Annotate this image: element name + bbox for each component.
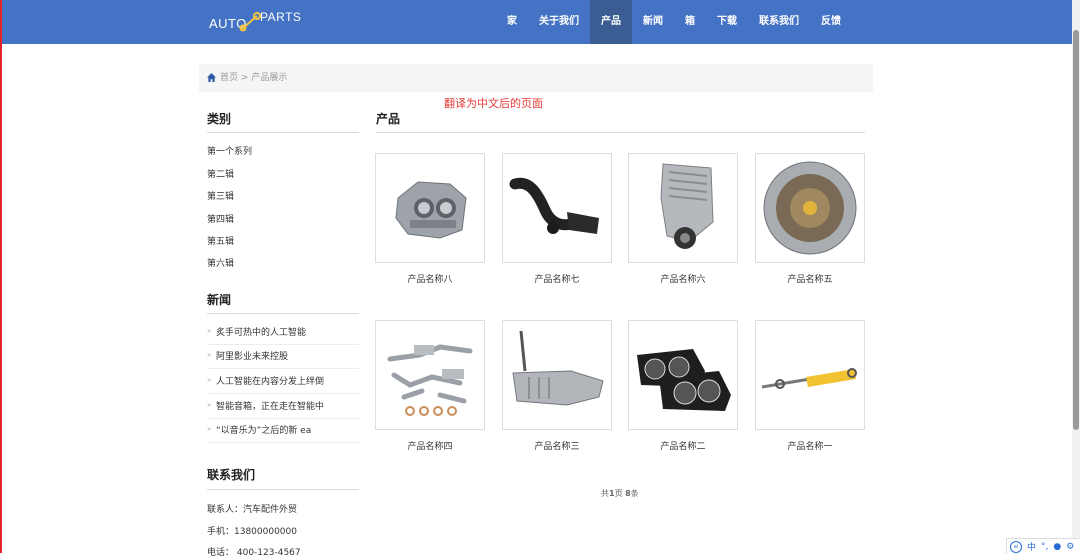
product-image[interactable] <box>755 320 865 430</box>
nav-item-feedback[interactable]: 反馈 <box>810 0 852 44</box>
translation-note: 翻译为中文后的页面 <box>444 97 543 110</box>
bullet-icon: » <box>207 327 212 335</box>
nav-item-home[interactable]: 家 <box>496 0 528 44</box>
news-list-item[interactable]: » 阿里影业未来控股 <box>207 344 359 369</box>
category-item-2[interactable]: 第二辑 <box>207 167 234 180</box>
product-name[interactable]: 产品名称一 <box>755 439 865 452</box>
divider <box>376 132 865 133</box>
wrench-logo-icon <box>239 12 261 32</box>
headlight-icon <box>637 349 731 411</box>
ime-punctuation-icon[interactable]: °, <box>1041 542 1048 552</box>
bullet-icon: » <box>207 376 212 384</box>
transmission-housing-icon <box>763 161 857 255</box>
gearbox-icon <box>512 330 604 406</box>
product-image[interactable] <box>502 320 612 430</box>
news-list-item[interactable]: » 智能音箱，正在走在智能中 <box>207 394 359 419</box>
news-title[interactable]: 炙手可热中的人工智能 <box>216 325 306 338</box>
pagination-prefix: 共 <box>601 489 609 498</box>
logo-text-parts: PARTS <box>260 10 302 24</box>
breadcrumb-current: 产品展示 <box>251 73 288 83</box>
pagination-suffix: 条 <box>630 489 639 498</box>
ime-language-toggle[interactable]: 中 <box>1027 540 1036 553</box>
products-heading: 产品 <box>376 112 401 126</box>
news-title[interactable]: 阿里影业未来控股 <box>216 349 288 362</box>
product-image[interactable] <box>375 153 485 263</box>
contact-mobile: 手机：13800000000 <box>207 527 297 537</box>
divider <box>207 313 359 314</box>
nav-item-news[interactable]: 新闻 <box>632 0 674 44</box>
home-icon <box>207 73 216 82</box>
supercharger-icon <box>660 163 714 249</box>
product-image[interactable] <box>628 153 738 263</box>
bullet-icon: » <box>207 401 212 409</box>
product-card[interactable]: 产品名称五 <box>755 153 865 285</box>
shock-absorber-icon <box>761 368 857 389</box>
scrollbar-thumb[interactable] <box>1073 30 1079 430</box>
product-name[interactable]: 产品名称三 <box>502 439 612 452</box>
category-item-5[interactable]: 第五辑 <box>207 234 234 247</box>
product-card[interactable]: 产品名称八 <box>375 153 485 285</box>
product-card[interactable]: 产品名称四 <box>375 320 485 452</box>
product-card[interactable]: 产品名称二 <box>628 320 738 452</box>
nav-item-cases[interactable]: 箱 <box>674 0 706 44</box>
nav-item-download[interactable]: 下载 <box>706 0 748 44</box>
divider <box>207 132 359 133</box>
news-title[interactable]: 智能音箱，正在走在智能中 <box>216 399 324 412</box>
contact-phone: 电话： 400-123-4567 <box>207 548 301 558</box>
news-list-item[interactable]: » “以音乐为”之后的新 ea <box>207 418 359 443</box>
nav-item-about[interactable]: 关于我们 <box>528 0 590 44</box>
ime-settings-icon[interactable]: ⚙ <box>1066 542 1074 552</box>
main-nav: 家 关于我们 产品 新闻 箱 下载 联系我们 反馈 <box>496 0 852 44</box>
news-heading: 新闻 <box>207 293 232 307</box>
top-navbar: AUTO PARTS 家 关于我们 产品 新闻 箱 下载 联系我们 反馈 <box>2 0 1072 44</box>
ime-toolbar: ai 中 °, ● ⚙ <box>1006 538 1080 554</box>
intake-hose-icon <box>509 177 599 234</box>
product-name[interactable]: 产品名称八 <box>375 272 485 285</box>
breadcrumb: 首页 > 产品展示 <box>199 64 873 92</box>
product-image[interactable] <box>628 320 738 430</box>
product-name[interactable]: 产品名称五 <box>755 272 865 285</box>
breadcrumb-trail: 首页 > 产品展示 <box>220 64 287 92</box>
product-card[interactable]: 产品名称六 <box>628 153 738 285</box>
product-image[interactable] <box>502 153 612 263</box>
bullet-icon: » <box>207 351 212 359</box>
engine-block-icon <box>395 181 467 239</box>
ime-logo-icon[interactable]: ai <box>1010 540 1022 553</box>
exhaust-kit-icon <box>387 344 473 416</box>
product-card[interactable]: 产品名称一 <box>755 320 865 452</box>
categories-heading: 类别 <box>207 112 232 126</box>
window-edge <box>0 0 2 553</box>
divider <box>207 489 359 490</box>
contact-heading: 联系我们 <box>207 468 256 482</box>
product-card[interactable]: 产品名称三 <box>502 320 612 452</box>
microphone-icon[interactable]: ● <box>1053 542 1061 552</box>
contact-person: 联系人：汽车配件外贸 <box>207 505 298 515</box>
category-item-6[interactable]: 第六辑 <box>207 256 234 269</box>
bullet-icon: » <box>207 425 212 433</box>
news-title[interactable]: “以音乐为”之后的新 ea <box>216 423 311 436</box>
product-name[interactable]: 产品名称四 <box>375 439 485 452</box>
pagination-info: 共1页 8条 <box>601 488 639 499</box>
news-title[interactable]: 人工智能在内容分发上绊倒 <box>216 374 324 387</box>
product-card[interactable]: 产品名称七 <box>502 153 612 285</box>
product-image[interactable] <box>375 320 485 430</box>
product-image[interactable] <box>755 153 865 263</box>
product-name[interactable]: 产品名称二 <box>628 439 738 452</box>
news-list-item[interactable]: » 炙手可热中的人工智能 <box>207 320 359 345</box>
category-item-1[interactable]: 第一个系列 <box>207 144 252 157</box>
breadcrumb-home-link[interactable]: 首页 <box>220 73 238 83</box>
category-item-4[interactable]: 第四辑 <box>207 212 234 225</box>
breadcrumb-separator: > <box>240 73 249 83</box>
nav-item-products[interactable]: 产品 <box>590 0 632 44</box>
product-name[interactable]: 产品名称六 <box>628 272 738 285</box>
news-list-item[interactable]: » 人工智能在内容分发上绊倒 <box>207 369 359 394</box>
page-scrollbar[interactable] <box>1072 0 1080 553</box>
site-logo[interactable]: AUTO PARTS <box>209 6 304 38</box>
pagination-mid: 页 <box>614 489 626 498</box>
category-item-3[interactable]: 第三辑 <box>207 189 234 202</box>
product-name[interactable]: 产品名称七 <box>502 272 612 285</box>
nav-item-contact[interactable]: 联系我们 <box>748 0 810 44</box>
